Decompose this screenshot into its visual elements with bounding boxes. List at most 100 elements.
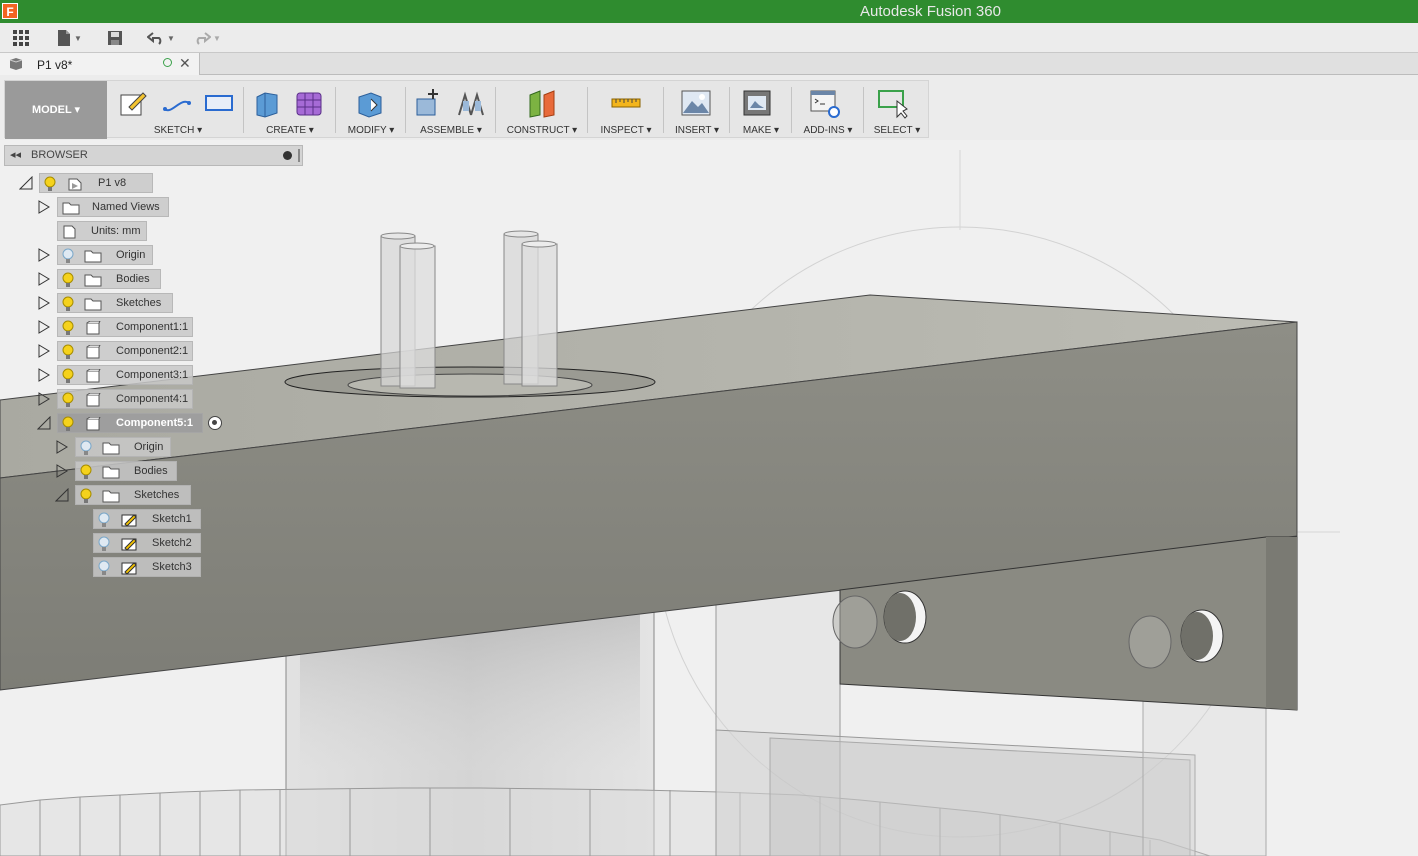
lightbulb-off-icon[interactable] xyxy=(97,512,111,528)
lightbulb-on-icon[interactable] xyxy=(43,176,57,192)
3d-model[interactable] xyxy=(0,140,1418,856)
component-icon xyxy=(86,345,101,359)
tree-node-chip[interactable]: Origin xyxy=(75,437,171,457)
redo-icon[interactable]: ▼ xyxy=(190,27,224,49)
tree-node-chip[interactable]: Named Views xyxy=(57,197,169,217)
tree-node-chip[interactable]: Sketches xyxy=(75,485,191,505)
make-group[interactable]: MAKE ▾ xyxy=(733,81,789,139)
expand-triangle-icon[interactable] xyxy=(37,296,51,310)
create-label: CREATE ▾ xyxy=(266,125,314,136)
lightbulb-off-icon[interactable] xyxy=(61,248,75,264)
expand-triangle-icon[interactable] xyxy=(37,200,51,214)
add-ins-group[interactable]: ADD-INS ▾ xyxy=(795,81,861,139)
folder-icon xyxy=(102,466,120,479)
ribbon-toolbar: MODEL ▾ SKETCH ▾ CREATE ▾ MODIFY ▾ ASSEM… xyxy=(4,80,929,139)
joint-icon[interactable] xyxy=(455,87,487,119)
tree-node-chip[interactable]: P1 v8 xyxy=(39,173,153,193)
tree-node-chip[interactable]: Bodies xyxy=(57,269,161,289)
modify-group[interactable]: MODIFY ▾ xyxy=(339,81,403,139)
document-tab[interactable]: P1 v8* ✕ xyxy=(0,53,200,75)
file-icon[interactable]: ▼ xyxy=(54,27,84,49)
units-document-icon xyxy=(63,225,76,239)
extrude-icon[interactable] xyxy=(251,87,283,119)
lightbulb-on-icon[interactable] xyxy=(61,416,75,432)
tree-node-chip[interactable]: Component3:1 xyxy=(57,365,193,385)
folder-icon xyxy=(84,274,102,287)
assemble-label: ASSEMBLE ▾ xyxy=(420,125,482,136)
collapse-icon[interactable]: ◂◂ xyxy=(10,148,21,161)
lightbulb-on-icon[interactable] xyxy=(79,464,93,480)
new-component-icon[interactable] xyxy=(413,87,445,119)
expand-triangle-icon[interactable] xyxy=(55,464,69,478)
divider xyxy=(495,87,496,133)
expand-triangle-icon[interactable] xyxy=(37,392,51,406)
tree-node-chip[interactable]: Component1:1 xyxy=(57,317,193,337)
sketch-group[interactable]: SKETCH ▾ xyxy=(113,81,245,139)
expand-triangle-icon[interactable] xyxy=(37,272,51,286)
grid-icon[interactable] xyxy=(10,27,32,49)
line-icon[interactable] xyxy=(161,87,193,119)
lightbulb-on-icon[interactable] xyxy=(61,296,75,312)
rectangle-icon[interactable] xyxy=(203,87,235,119)
lightbulb-on-icon[interactable] xyxy=(61,368,75,384)
tree-node-chip[interactable]: Origin xyxy=(57,245,153,265)
3d-print-icon[interactable] xyxy=(741,87,773,119)
tree-node-chip[interactable]: Component4:1 xyxy=(57,389,193,409)
expand-triangle-icon[interactable] xyxy=(37,344,51,358)
component-icon xyxy=(86,321,101,335)
lightbulb-on-icon[interactable] xyxy=(61,272,75,288)
scripts-icon[interactable] xyxy=(809,87,841,119)
expand-triangle-icon[interactable] xyxy=(37,368,51,382)
lightbulb-on-icon[interactable] xyxy=(79,488,93,504)
insert-image-icon[interactable] xyxy=(680,87,712,119)
tree-node-chip-active[interactable]: Component5:1 xyxy=(57,413,203,433)
inspect-group[interactable]: INSPECT ▾ xyxy=(591,81,661,139)
create-group[interactable]: CREATE ▾ xyxy=(247,81,333,139)
select-group[interactable]: SELECT ▾ xyxy=(867,81,927,139)
measure-icon[interactable] xyxy=(610,87,642,119)
tree-node-chip[interactable]: Component2:1 xyxy=(57,341,193,361)
create-sketch-icon[interactable] xyxy=(117,87,149,119)
3d-viewport[interactable] xyxy=(0,140,1418,856)
collapse-triangle-icon[interactable] xyxy=(55,488,69,502)
quick-access-toolbar: ▼ ▼ ▼ xyxy=(0,23,1418,53)
save-icon[interactable] xyxy=(104,27,126,49)
workspace-switcher[interactable]: MODEL ▾ xyxy=(5,81,107,139)
close-icon[interactable]: ✕ xyxy=(179,55,191,72)
resize-handle[interactable] xyxy=(298,149,300,162)
lightbulb-on-icon[interactable] xyxy=(61,344,75,360)
divider xyxy=(663,87,664,133)
tree-node-label: Origin xyxy=(116,249,146,261)
component-icon xyxy=(9,58,23,70)
tree-node-chip[interactable]: Units: mm xyxy=(57,221,147,241)
collapse-triangle-icon[interactable] xyxy=(37,416,51,430)
divider xyxy=(587,87,588,133)
undo-icon[interactable]: ▼ xyxy=(144,27,178,49)
tree-node-chip[interactable]: Sketch2 xyxy=(93,533,201,553)
document-tab-label: P1 v8* xyxy=(37,58,73,72)
collapse-triangle-icon[interactable] xyxy=(19,176,33,190)
offset-plane-icon[interactable] xyxy=(526,87,558,119)
expand-triangle-icon[interactable] xyxy=(37,248,51,262)
folder-icon xyxy=(102,490,120,503)
lightbulb-on-icon[interactable] xyxy=(61,392,75,408)
tree-node-chip[interactable]: Bodies xyxy=(75,461,177,481)
assemble-group[interactable]: ASSEMBLE ▾ xyxy=(409,81,493,139)
form-icon[interactable] xyxy=(293,87,325,119)
pin-icon[interactable] xyxy=(283,151,292,160)
lightbulb-off-icon[interactable] xyxy=(97,560,111,576)
select-icon[interactable] xyxy=(877,87,909,119)
expand-triangle-icon[interactable] xyxy=(55,440,69,454)
expand-triangle-icon[interactable] xyxy=(37,320,51,334)
lightbulb-off-icon[interactable] xyxy=(97,536,111,552)
construct-group[interactable]: CONSTRUCT ▾ xyxy=(499,81,585,139)
tree-node-chip[interactable]: Sketch3 xyxy=(93,557,201,577)
lightbulb-off-icon[interactable] xyxy=(79,440,93,456)
press-pull-icon[interactable] xyxy=(353,87,385,119)
activate-component-icon[interactable] xyxy=(208,416,222,430)
tree-node-chip[interactable]: Sketches xyxy=(57,293,173,313)
sketch-label: SKETCH ▾ xyxy=(153,125,203,136)
insert-group[interactable]: INSERT ▾ xyxy=(667,81,727,139)
tree-node-chip[interactable]: Sketch1 xyxy=(93,509,201,529)
lightbulb-on-icon[interactable] xyxy=(61,320,75,336)
